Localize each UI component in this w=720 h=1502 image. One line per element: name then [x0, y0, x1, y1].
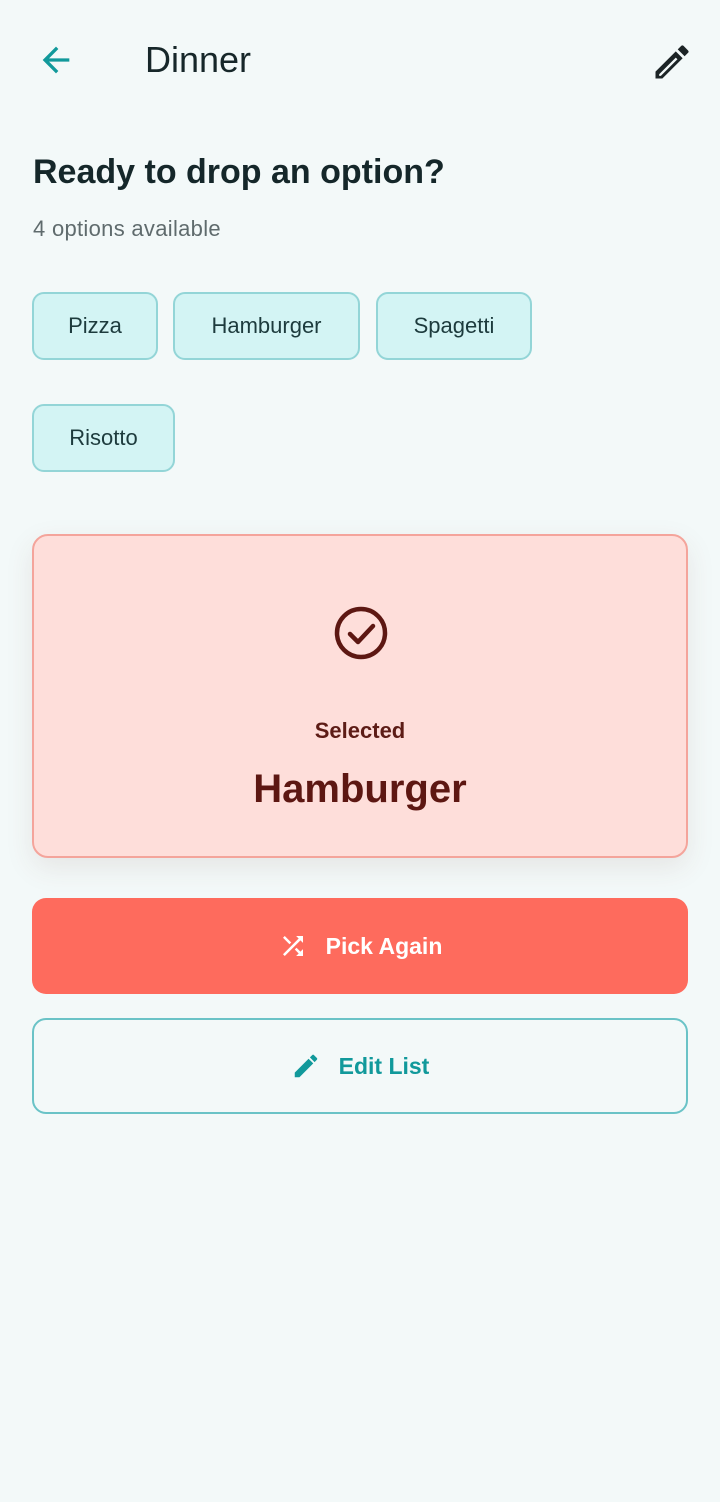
check-circle-icon	[334, 606, 388, 660]
option-chip-label: Spagetti	[413, 313, 495, 338]
app-bar: Dinner	[0, 0, 720, 120]
pick-again-label: Pick Again	[325, 932, 443, 959]
page-title: Dinner	[145, 39, 252, 80]
option-chip-pizza[interactable]: Pizza	[32, 292, 158, 360]
option-chip-label: Pizza	[68, 313, 122, 338]
option-chip-risotto[interactable]: Risotto	[32, 404, 175, 472]
option-chip-hamburger[interactable]: Hamburger	[173, 292, 360, 360]
pencil-icon	[291, 1051, 321, 1081]
option-chip-label: Hamburger	[211, 313, 322, 338]
back-button[interactable]	[32, 36, 80, 84]
screen-heading: Ready to drop an option?	[33, 153, 445, 191]
option-chip-label: Risotto	[69, 425, 138, 450]
result-card: Selected Hamburger	[32, 534, 688, 858]
option-chip-spagetti[interactable]: Spagetti	[376, 292, 532, 360]
shuffle-icon	[278, 931, 308, 961]
options-count: 4 options available	[33, 216, 221, 241]
arrow-left-icon	[42, 46, 70, 74]
pick-again-button[interactable]: Pick Again	[32, 898, 688, 994]
edit-button[interactable]	[646, 36, 698, 88]
edit-list-label: Edit List	[338, 1052, 430, 1079]
selected-label: Selected	[314, 718, 406, 743]
edit-list-button[interactable]: Edit List	[32, 1018, 688, 1114]
selected-value: Hamburger	[253, 767, 467, 811]
pencil-icon	[655, 45, 689, 79]
